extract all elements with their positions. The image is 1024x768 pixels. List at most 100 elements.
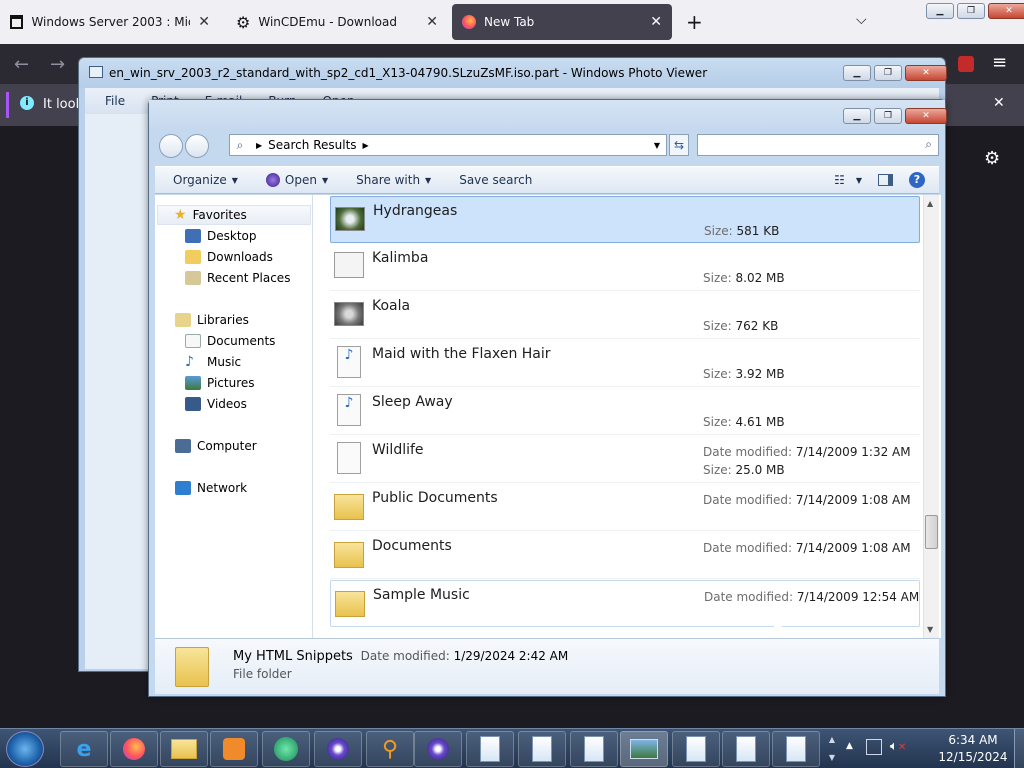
clock-date[interactable]: 12/15/2024 [936,750,1010,764]
desktop-icon [185,229,201,243]
messenger-icon[interactable] [262,731,310,767]
document-icon[interactable] [570,731,618,767]
menu-file[interactable]: File [105,94,125,108]
vertical-scrollbar[interactable]: ▲ ▼ [923,195,939,638]
organize-button[interactable]: Organize ▼ [155,167,252,193]
help-button[interactable]: ? [903,167,939,193]
preview-pane-button[interactable] [868,167,903,193]
back-arrow-icon[interactable]: ← [14,54,29,75]
start-button[interactable] [6,731,44,767]
disc-app-icon[interactable] [414,731,462,767]
tab-new-tab[interactable]: New Tab ✕ [452,4,672,40]
internet-explorer-icon[interactable]: e [60,731,108,767]
list-item[interactable]: Kalimba Size: 8.02 MB [330,244,920,291]
minimize-button[interactable]: ▁ [843,108,871,124]
nav-label: Recent Places [207,271,291,285]
scrollbar-thumb[interactable] [925,515,938,549]
save-search-button[interactable]: Save search [445,167,546,193]
navigation-pane: ★ Favorites Desktop Downloads Recent Plac… [155,195,313,638]
item-meta: Size: 8.02 MB [703,271,785,285]
nav-desktop[interactable]: Desktop [185,226,257,246]
scroll-up-arrow-icon[interactable]: ▲ [927,199,933,208]
list-item[interactable]: ♪ Maid with the Flaxen Hair Size: 3.92 M… [330,340,920,387]
list-tabs-chevron-icon[interactable]: ⌵ [856,12,867,28]
document-icon[interactable] [672,731,720,767]
magnifier-icon[interactable]: ⚲ [366,731,414,767]
share-with-button[interactable]: Share with ▼ [342,167,445,193]
open-label: Open [284,173,317,187]
list-item[interactable]: Documents Date modified: 7/14/2009 1:08 … [330,532,920,579]
search-icon[interactable]: ⌕ [925,137,932,152]
view-options-button[interactable]: ☷ ▼ [828,167,868,193]
explorer-taskbar-icon[interactable] [160,731,208,767]
nav-pictures[interactable]: Pictures [185,373,255,393]
nav-favorites[interactable]: ★ Favorites [157,205,311,225]
list-item[interactable]: Wildlife Date modified: 7/14/2009 1:32 A… [330,436,920,483]
maximize-button[interactable]: ❐ [957,3,985,19]
show-hidden-icons-arrow[interactable]: ▲ [846,741,853,751]
item-meta: Size: 762 KB [703,319,779,333]
document-icon[interactable] [772,731,820,767]
address-bar[interactable]: ⌕ ▶ Search Results ▶ ▼ [229,134,667,156]
list-item[interactable]: Sample Music Date modified: 7/14/2009 12… [330,580,920,627]
ublock-icon[interactable] [958,56,974,72]
nav-documents[interactable]: Documents [185,331,275,351]
close-icon[interactable]: ✕ [198,14,210,30]
network-tray-icon[interactable] [866,739,882,755]
minimize-button[interactable]: ▁ [843,65,871,81]
volume-muted-icon[interactable]: 🔈︎✕ [890,739,906,754]
breadcrumb-search-results[interactable]: Search Results [268,138,356,152]
list-item[interactable]: Koala Size: 762 KB [330,292,920,339]
media-player-icon[interactable] [210,731,258,767]
nav-recent-places[interactable]: Recent Places [185,268,290,288]
search-input[interactable]: ⌕ [697,134,939,156]
list-item[interactable]: Public Documents Date modified: 7/14/200… [330,484,920,531]
nav-computer[interactable]: Computer [175,436,257,456]
refresh-icon[interactable]: ⇆ [669,134,689,156]
settings-gear-icon[interactable]: ⚙ [984,148,1000,169]
forward-arrow-icon[interactable]: → [50,54,65,75]
nav-music[interactable]: ♪ Music [185,352,241,372]
tab-windows-server[interactable]: Windows Server 2003 : Microsof ✕ [0,4,220,40]
maximize-button[interactable]: ❐ [874,65,902,81]
address-dropdown-icon[interactable]: ▼ [654,141,660,150]
nav-downloads[interactable]: Downloads [185,247,273,267]
close-icon[interactable]: ✕ [993,95,1005,111]
list-item[interactable]: Hydrangeas Size: 581 KB [330,196,920,243]
document-icon[interactable] [518,731,566,767]
libraries-icon [175,313,191,327]
minimize-button[interactable]: ▁ [926,3,954,19]
tab-wincdemu[interactable]: ⚙ WinCDEmu - Download ✕ [226,4,448,40]
close-icon[interactable]: ✕ [426,14,438,30]
scroll-down-arrow-icon[interactable]: ▼ [927,625,933,634]
photo-viewer-taskbar-icon[interactable] [620,731,668,767]
document-icon[interactable] [466,731,514,767]
wincdemu-icon[interactable] [314,731,362,767]
photo-viewer-titlebar: en_win_srv_2003_r2_standard_with_sp2_cd1… [79,58,947,88]
forward-button[interactable] [185,134,209,158]
back-button[interactable] [159,134,183,158]
details-view-icon: ☷ [834,173,845,187]
nav-libraries[interactable]: Libraries [175,310,249,330]
browser-tab-strip: Windows Server 2003 : Microsof ✕ ⚙ WinCD… [0,0,1024,44]
show-desktop-button[interactable] [1014,729,1024,768]
nav-network[interactable]: Network [175,478,247,498]
maximize-button[interactable]: ❐ [874,108,902,124]
item-meta: Size: 581 KB [704,224,780,238]
close-button[interactable]: ✕ [988,3,1024,19]
nav-label: Downloads [207,250,273,264]
menu-icon[interactable]: ≡ [992,52,1007,73]
close-icon[interactable]: ✕ [650,14,662,30]
new-tab-button[interactable]: + [686,10,703,34]
firefox-taskbar-icon[interactable] [110,731,158,767]
item-meta: Date modified: 7/14/2009 1:08 AM [703,541,911,555]
document-icon[interactable] [722,731,770,767]
list-item[interactable]: ♪ Sleep Away Size: 4.61 MB [330,388,920,435]
taskbar-scroll-arrows[interactable]: ▲ ▼ [826,731,838,767]
clock-time[interactable]: 6:34 AM [936,733,1010,747]
nav-videos[interactable]: Videos [185,394,247,414]
close-button[interactable]: ✕ [905,108,947,124]
close-button[interactable]: ✕ [905,65,947,81]
recent-places-icon [185,271,201,285]
open-button[interactable]: Open ▼ [252,167,342,193]
